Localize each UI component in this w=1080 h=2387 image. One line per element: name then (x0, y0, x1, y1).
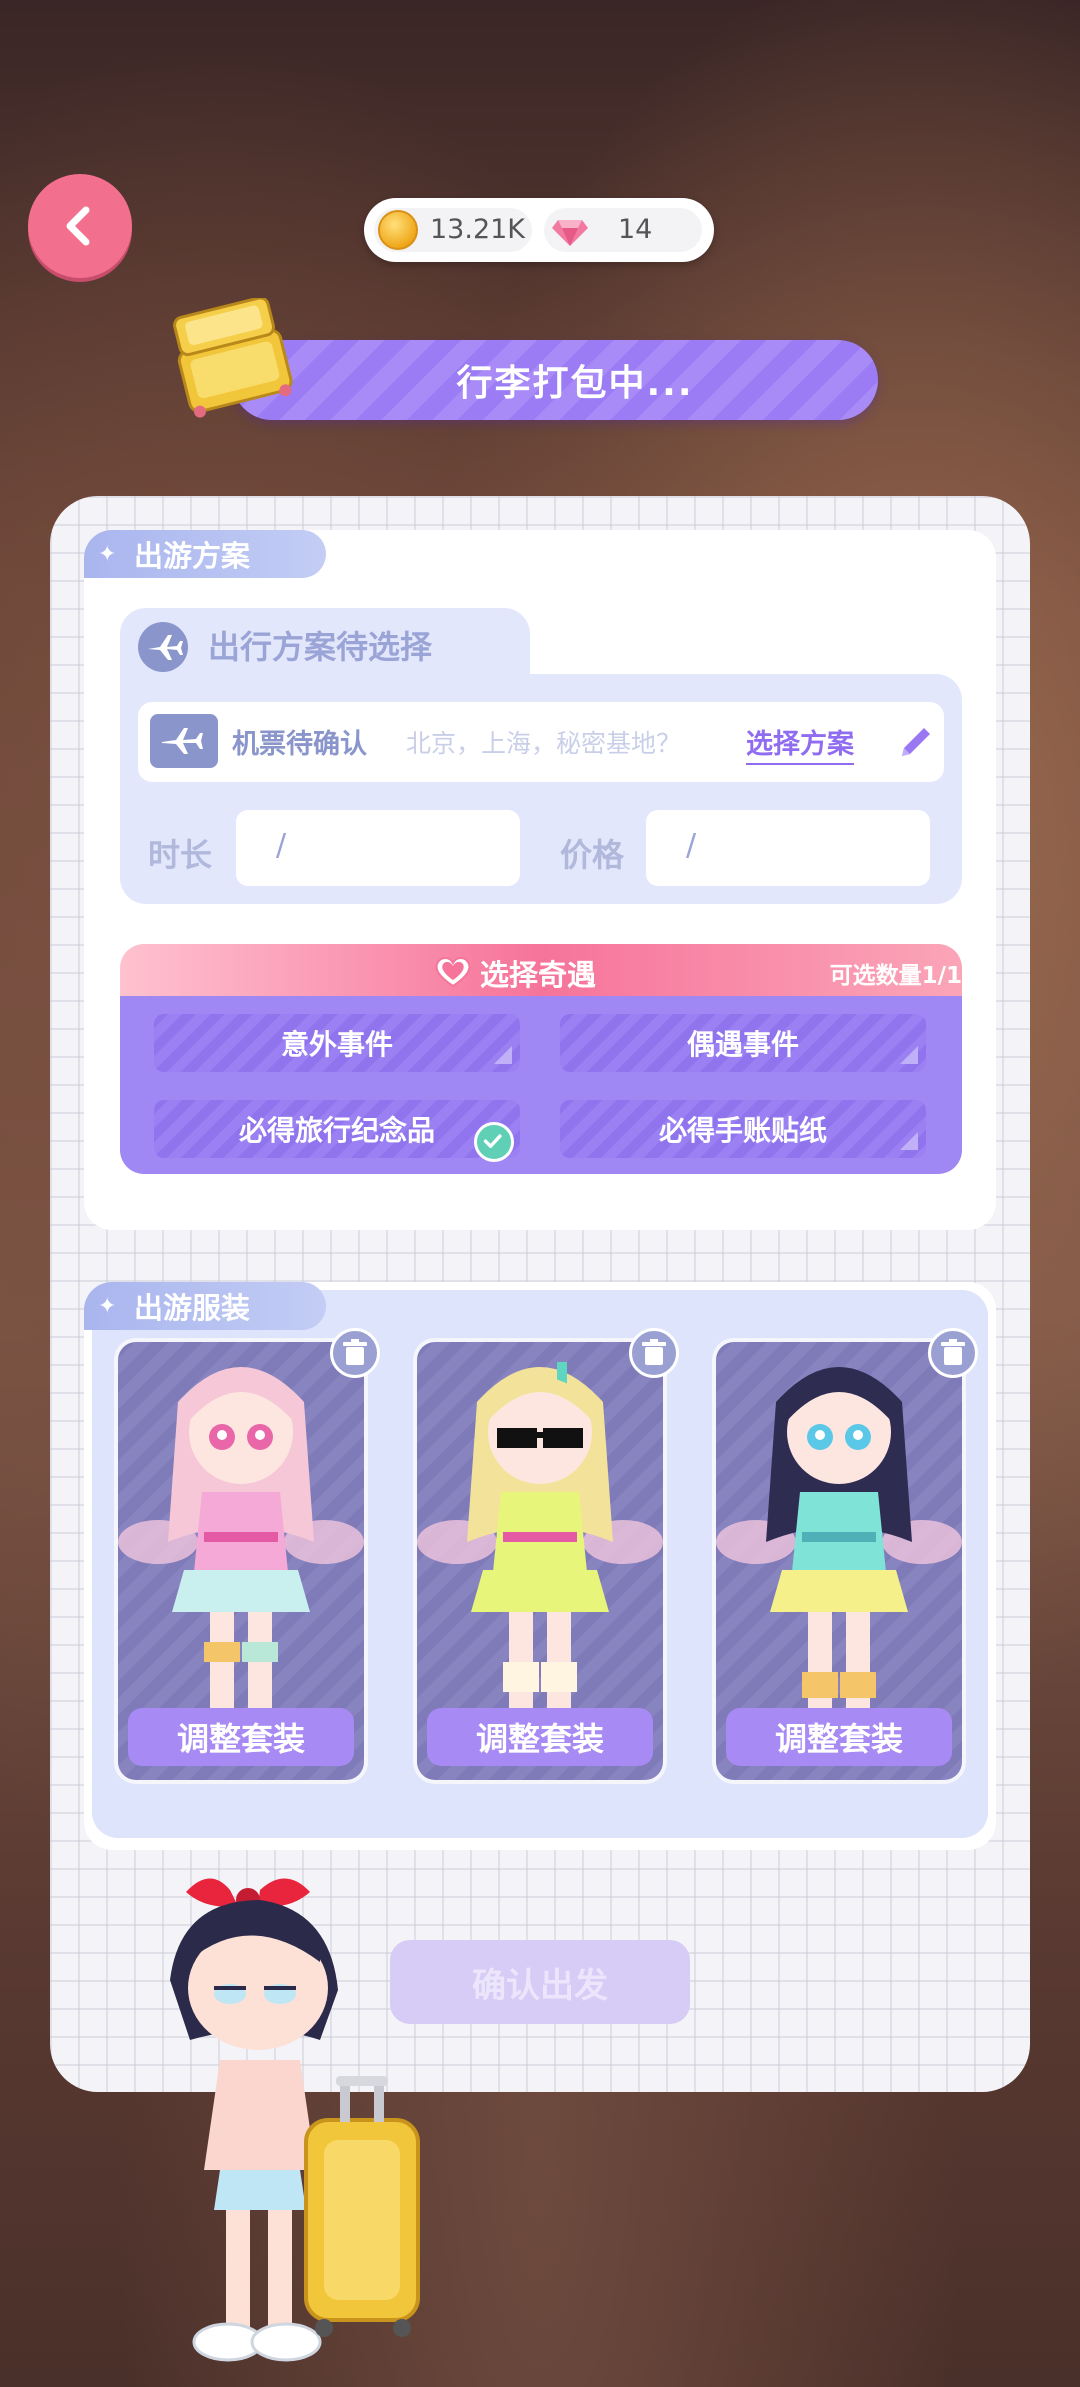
outfit-section-title: 出游服装 (134, 1291, 251, 1325)
encounter-options: 意外事件 偶遇事件 必得旅行纪念品 必得手账贴纸 (120, 996, 962, 1174)
outfit-card[interactable]: 调整套装 (114, 1328, 380, 1784)
price-value: / (686, 828, 697, 863)
encounter-option-label: 必得旅行纪念品 (238, 1114, 435, 1147)
confirm-depart-label: 确认出发 (472, 1965, 608, 2006)
sparkle-icon: ✦ (98, 1293, 117, 1319)
price-label: 价格 (560, 836, 625, 874)
adjust-outfit-button[interactable]: 调整套装 (128, 1708, 354, 1766)
encounter-header: 选择奇遇 可选数量1/1 (120, 944, 962, 998)
gem-counter[interactable]: 14 (544, 208, 702, 252)
outfit-card[interactable]: 调整套装 (712, 1328, 978, 1784)
checkmark-icon (474, 1122, 514, 1162)
outfit-card[interactable]: 调整套装 (413, 1328, 679, 1784)
adjust-outfit-label: 调整套装 (176, 1720, 305, 1758)
gem-amount: 14 (618, 214, 653, 245)
packing-banner: 行李打包中... (232, 340, 878, 420)
chevron-left-icon (66, 206, 90, 246)
suitcase-icon (173, 298, 293, 418)
coin-amount: 13.21K (430, 214, 526, 245)
price-field: / (646, 810, 930, 886)
plane-ticket-icon (150, 714, 218, 768)
duration-label: 时长 (148, 836, 213, 874)
pencil-icon[interactable] (894, 720, 938, 764)
encounter-count: 可选数量1/1 (829, 963, 962, 989)
trash-icon[interactable] (330, 1328, 380, 1378)
plan-tab-title: 出行方案待选择 (208, 628, 433, 666)
adjust-outfit-button[interactable]: 调整套装 (726, 1708, 952, 1766)
encounter-option-sticker[interactable]: 必得手账贴纸 (560, 1100, 926, 1158)
adjust-outfit-label: 调整套装 (774, 1720, 903, 1758)
adjust-outfit-label: 调整套装 (475, 1720, 604, 1758)
corner-mark-icon (494, 1046, 512, 1064)
encounter-option-accident[interactable]: 意外事件 (154, 1014, 520, 1072)
currency-bar: 13.21K 14 (364, 198, 714, 262)
encounter-option-label: 必得手账贴纸 (658, 1114, 827, 1147)
plan-section: ✦ 出游方案 出行方案待选择 机票待确认 北京，上海，秘密基地？ 选择方案 时长… (84, 530, 996, 1230)
plan-section-tag: ✦ 出游方案 (84, 530, 326, 578)
trash-icon[interactable] (629, 1328, 679, 1378)
destination-hint: 北京，上海，秘密基地？ (406, 729, 682, 758)
choose-plan-link[interactable]: 选择方案 (746, 722, 854, 765)
plan-tab: 出行方案待选择 (120, 608, 530, 682)
coin-counter[interactable]: 13.21K (374, 208, 532, 252)
ticket-row[interactable]: 机票待确认 北京，上海，秘密基地？ 选择方案 (138, 702, 944, 782)
gem-icon (552, 220, 588, 246)
heart-icon (435, 957, 471, 988)
back-button[interactable] (28, 174, 132, 278)
corner-mark-icon (900, 1046, 918, 1064)
encounter-option-label: 意外事件 (280, 1028, 393, 1061)
ticket-status: 机票待确认 (232, 729, 367, 760)
player-character (170, 1878, 420, 2362)
encounter-option-label: 偶遇事件 (686, 1028, 799, 1061)
encounter-option-meet[interactable]: 偶遇事件 (560, 1014, 926, 1072)
encounter-title: 选择奇遇 (480, 958, 597, 992)
outfit-section-tag: ✦ 出游服装 (84, 1282, 326, 1330)
encounter-option-souvenir[interactable]: 必得旅行纪念品 (154, 1100, 520, 1158)
plan-section-title: 出游方案 (134, 539, 251, 573)
coin-icon (378, 210, 418, 250)
trip-card: ✦ 出游方案 出行方案待选择 机票待确认 北京，上海，秘密基地？ 选择方案 时长… (50, 496, 1030, 2092)
duration-field: / (236, 810, 520, 886)
plan-body: 机票待确认 北京，上海，秘密基地？ 选择方案 时长 / 价格 / (120, 674, 962, 904)
adjust-outfit-button[interactable]: 调整套装 (427, 1708, 653, 1766)
outfit-section: ✦ 出游服装 调整套装 调整套装 调整套装 (84, 1282, 996, 1850)
banner-title: 行李打包中... (456, 363, 694, 404)
duration-value: / (276, 828, 287, 863)
trash-icon[interactable] (928, 1328, 978, 1378)
corner-mark-icon (900, 1132, 918, 1150)
sparkle-icon: ✦ (98, 541, 117, 567)
airplane-icon (138, 622, 188, 672)
